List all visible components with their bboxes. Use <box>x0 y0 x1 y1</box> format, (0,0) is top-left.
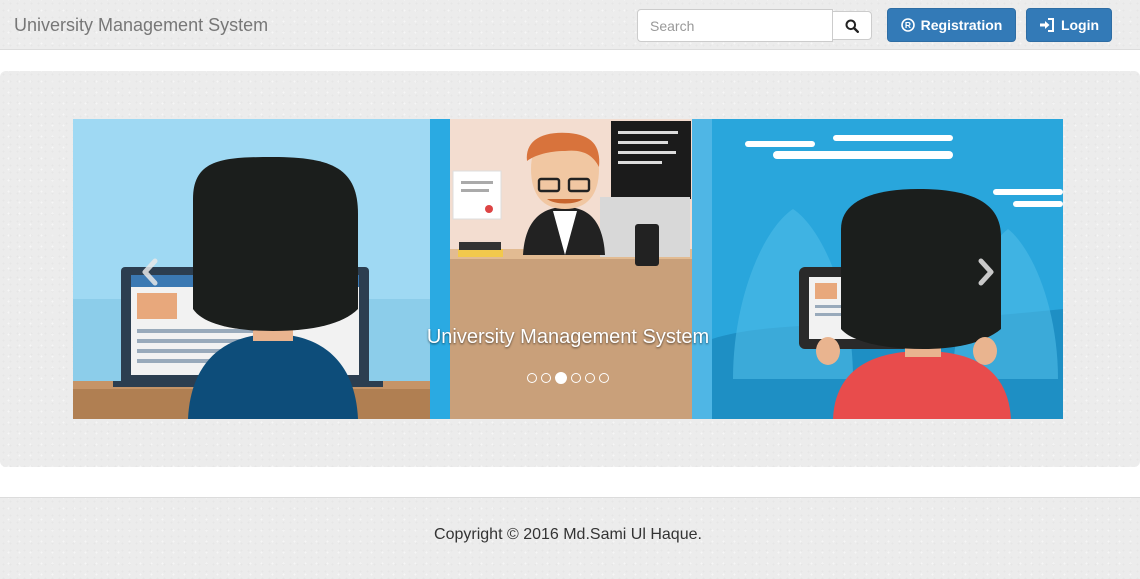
carousel-indicator-4[interactable] <box>571 373 581 383</box>
search-input[interactable] <box>637 9 833 42</box>
svg-text:R: R <box>905 20 911 30</box>
copyright-text: Copyright © 2016 Md.Sami Ul Haque. <box>434 526 702 543</box>
carousel-indicator-2[interactable] <box>541 373 551 383</box>
registration-label: Registration <box>920 17 1003 33</box>
registration-button[interactable]: R Registration <box>887 8 1016 42</box>
login-button[interactable]: Login <box>1026 8 1112 42</box>
carousel-caption: University Management System <box>426 326 710 348</box>
footer: Copyright © 2016 Md.Sami Ul Haque. <box>0 497 1140 579</box>
carousel-indicator-5[interactable] <box>585 373 595 383</box>
carousel-indicator-3[interactable] <box>555 372 567 384</box>
search-button[interactable] <box>832 11 872 40</box>
hero-carousel[interactable]: University Management System <box>73 119 1063 419</box>
carousel-next-control[interactable] <box>971 257 1001 287</box>
login-label: Login <box>1060 17 1100 33</box>
carousel-indicator-1[interactable] <box>527 373 537 383</box>
carousel-prev-control[interactable] <box>135 257 165 287</box>
brand-title[interactable]: University Management System <box>14 15 268 36</box>
registered-icon: R <box>900 18 915 32</box>
chevron-right-icon <box>976 257 996 287</box>
search-icon <box>845 19 859 33</box>
navbar: University Management System R Registrat… <box>0 0 1140 50</box>
chevron-left-icon <box>140 257 160 287</box>
carousel-indicators <box>523 371 613 385</box>
log-in-icon <box>1039 18 1055 32</box>
carousel-indicator-6[interactable] <box>599 373 609 383</box>
